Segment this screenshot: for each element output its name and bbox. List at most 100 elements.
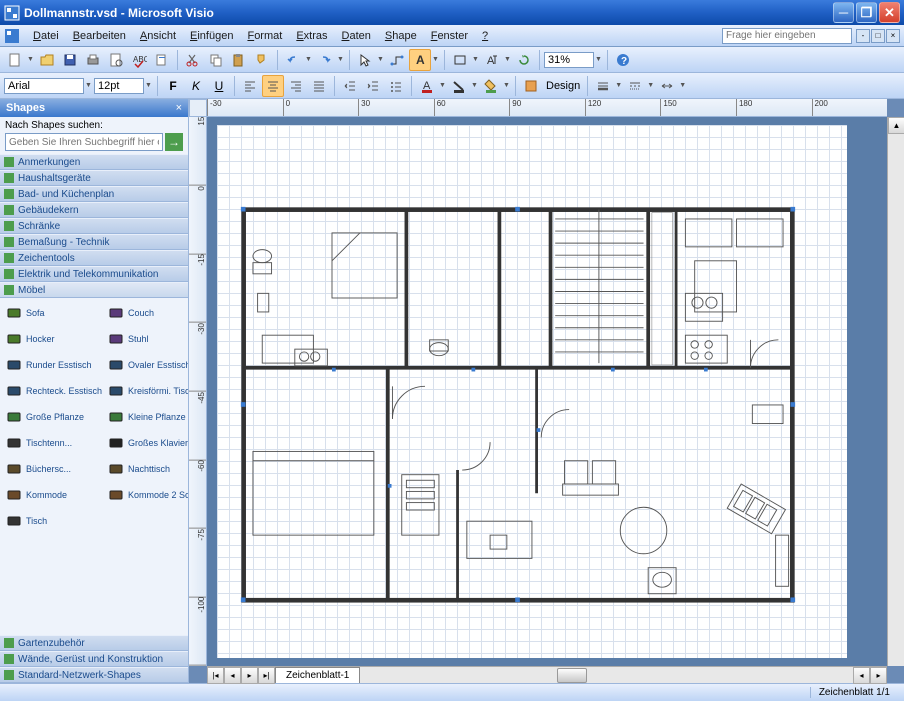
maximize-button[interactable]: ❐ — [856, 2, 877, 23]
menu-?[interactable]: ? — [475, 28, 495, 44]
horizontal-scrollbar[interactable] — [360, 667, 853, 683]
vertical-ruler[interactable]: 150-15-30-45-60-75-100 — [189, 117, 207, 666]
stencil-bar[interactable]: Gebäudekern — [0, 202, 188, 218]
bold-button[interactable]: F — [162, 75, 184, 97]
save-button[interactable] — [59, 49, 81, 71]
help-search-input[interactable] — [722, 28, 852, 44]
shape-item[interactable]: Kommode — [3, 483, 103, 507]
rotate-button[interactable] — [513, 49, 535, 71]
next-page-button[interactable]: ▸ — [241, 667, 258, 684]
pointer-tool-button[interactable] — [354, 49, 376, 71]
align-justify-button[interactable] — [308, 75, 330, 97]
shapes-search-go-button[interactable]: → — [165, 133, 183, 151]
mdi-close-button[interactable]: × — [886, 29, 900, 43]
menu-daten[interactable]: Daten — [335, 28, 378, 44]
menu-shape[interactable]: Shape — [378, 28, 424, 44]
open-button[interactable] — [36, 49, 58, 71]
mdi-restore-button[interactable]: □ — [871, 29, 885, 43]
rectangle-tool-button[interactable] — [449, 49, 471, 71]
connector-tool-button[interactable] — [386, 49, 408, 71]
stencil-bar[interactable]: Möbel — [0, 282, 188, 298]
menu-datei[interactable]: Datei — [26, 28, 66, 44]
shape-item[interactable]: Runder Esstisch — [3, 353, 103, 377]
decrease-indent-button[interactable] — [339, 75, 361, 97]
italic-button[interactable]: K — [185, 75, 207, 97]
line-color-button[interactable] — [448, 75, 470, 97]
underline-button[interactable]: U — [208, 75, 230, 97]
shape-item[interactable]: Couch — [105, 301, 188, 325]
redo-button[interactable] — [314, 49, 336, 71]
fillcolor-dropdown[interactable]: ▼ — [503, 82, 511, 89]
cut-button[interactable] — [182, 49, 204, 71]
shape-item[interactable]: Kreisförmi. Tisch — [105, 379, 188, 403]
line-weight-button[interactable] — [592, 75, 614, 97]
last-page-button[interactable]: ▸| — [258, 667, 275, 684]
zoom-input[interactable] — [544, 52, 594, 68]
floorplan-drawing[interactable] — [239, 205, 797, 605]
new-dropdown[interactable]: ▼ — [27, 56, 35, 63]
shape-item[interactable]: Tischtenn... — [3, 431, 103, 455]
scroll-right-button[interactable]: ▸ — [870, 667, 887, 684]
fontsize-dropdown[interactable]: ▼ — [145, 82, 153, 89]
shape-dropdown[interactable]: ▼ — [472, 56, 480, 63]
ruler-corner[interactable] — [189, 99, 207, 117]
fontname-dropdown[interactable]: ▼ — [85, 82, 93, 89]
redo-dropdown[interactable]: ▼ — [337, 56, 345, 63]
shapes-panel-close-button[interactable]: × — [176, 102, 182, 114]
shape-item[interactable]: Große Pflanze — [3, 405, 103, 429]
drawing-canvas[interactable] — [207, 117, 887, 666]
print-preview-button[interactable] — [105, 49, 127, 71]
font-color-button[interactable]: A — [416, 75, 438, 97]
stencil-bar[interactable]: Zeichentools — [0, 250, 188, 266]
stencil-bar[interactable]: Elektrik und Telekommunikation — [0, 266, 188, 282]
stencil-bar[interactable]: Bemaßung - Technik — [0, 234, 188, 250]
prev-page-button[interactable]: ◂ — [224, 667, 241, 684]
shape-item[interactable]: Hocker — [3, 327, 103, 351]
design-button[interactable] — [520, 75, 542, 97]
line-ends-button[interactable] — [656, 75, 678, 97]
scroll-left-button[interactable]: ◂ — [853, 667, 870, 684]
stencil-bar[interactable]: Anmerkungen — [0, 154, 188, 170]
menu-fenster[interactable]: Fenster — [424, 28, 475, 44]
menu-einfügen[interactable]: Einfügen — [183, 28, 240, 44]
first-page-button[interactable]: |◂ — [207, 667, 224, 684]
scroll-up-button[interactable]: ▲ — [888, 117, 904, 134]
lineweight-dropdown[interactable]: ▼ — [615, 82, 623, 89]
undo-button[interactable] — [282, 49, 304, 71]
stencil-bar[interactable]: Wände, Gerüst und Konstruktion — [0, 651, 188, 667]
font-size-input[interactable] — [94, 78, 144, 94]
align-right-button[interactable] — [285, 75, 307, 97]
shapes-search-input[interactable] — [5, 133, 163, 151]
shape-item[interactable]: Großes Klavier — [105, 431, 188, 455]
zoom-dropdown[interactable]: ▼ — [595, 56, 603, 63]
shape-item[interactable]: Stuhl — [105, 327, 188, 351]
shape-item[interactable]: Ovaler Esstisch — [105, 353, 188, 377]
textblock-dropdown[interactable]: ▼ — [504, 56, 512, 63]
paste-button[interactable] — [228, 49, 250, 71]
menu-extras[interactable]: Extras — [289, 28, 334, 44]
mdi-minimize-button[interactable]: - — [856, 29, 870, 43]
undo-dropdown[interactable]: ▼ — [305, 56, 313, 63]
align-center-button[interactable] — [262, 75, 284, 97]
print-button[interactable] — [82, 49, 104, 71]
align-left-button[interactable] — [239, 75, 261, 97]
fontcolor-dropdown[interactable]: ▼ — [439, 82, 447, 89]
new-button[interactable] — [4, 49, 26, 71]
font-name-input[interactable] — [4, 78, 84, 94]
stencil-bar[interactable]: Schränke — [0, 218, 188, 234]
copy-button[interactable] — [205, 49, 227, 71]
text-block-button[interactable]: A — [481, 49, 503, 71]
fill-color-button[interactable] — [480, 75, 502, 97]
text-dropdown[interactable]: ▼ — [432, 56, 440, 63]
stencil-bar[interactable]: Gartenzubehör — [0, 635, 188, 651]
linepattern-dropdown[interactable]: ▼ — [647, 82, 655, 89]
bullets-button[interactable] — [385, 75, 407, 97]
shape-item[interactable]: Nachttisch — [105, 457, 188, 481]
shape-item[interactable]: Kommode 2 Schubl. — [105, 483, 188, 507]
text-tool-button[interactable]: A — [409, 49, 431, 71]
lineends-dropdown[interactable]: ▼ — [679, 82, 687, 89]
page-tab[interactable]: Zeichenblatt-1 — [275, 667, 360, 683]
horizontal-ruler[interactable]: -300306090120150180200 — [207, 99, 887, 117]
menu-bearbeiten[interactable]: Bearbeiten — [66, 28, 133, 44]
shape-item[interactable]: Büchersc... — [3, 457, 103, 481]
